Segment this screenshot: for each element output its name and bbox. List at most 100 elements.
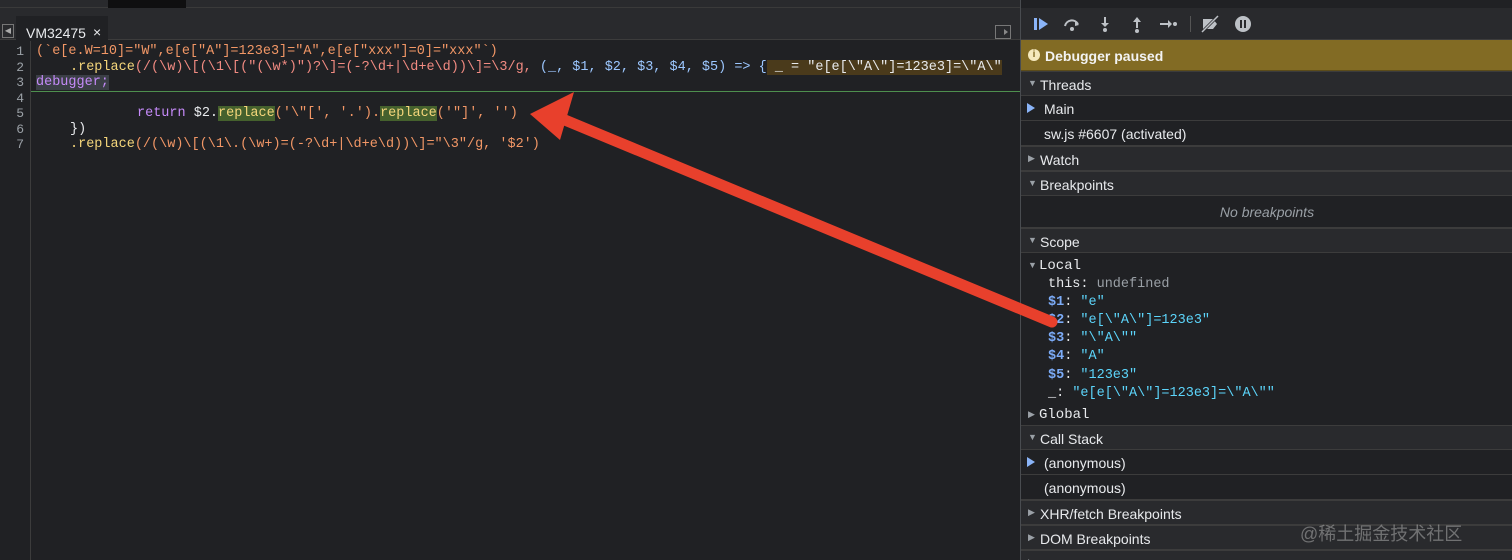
- thread-item-main[interactable]: Main: [1021, 96, 1512, 121]
- call-stack-section-header[interactable]: ▼ Call Stack: [1021, 425, 1512, 450]
- scope-variable-row[interactable]: $1: "e": [1048, 295, 1105, 313]
- scope-local-group[interactable]: ▼ Local: [1021, 256, 1512, 276]
- code-line-3: debugger;: [36, 75, 109, 91]
- section-title: Breakpoints: [1040, 177, 1114, 193]
- variable-value: "\"A\"": [1080, 331, 1138, 346]
- code-token: .replace: [70, 137, 135, 152]
- pause-on-exceptions-icon[interactable]: [1233, 14, 1253, 34]
- code-token: replace: [380, 106, 437, 121]
- section-title: Call Stack: [1040, 431, 1104, 447]
- deactivate-breakpoints-icon[interactable]: [1200, 14, 1220, 34]
- top-strip: [0, 0, 1020, 8]
- debugger-sidebar: i Debugger paused ▼ Threads Main sw.js #…: [1020, 0, 1512, 560]
- current-thread-icon: [1027, 103, 1035, 113]
- collapsed-triangle-icon: ▶: [1028, 507, 1035, 517]
- toggle-debugger-sidebar-icon[interactable]: [995, 25, 1011, 39]
- expand-triangle-icon: ▼: [1028, 432, 1037, 442]
- scope-variable-row[interactable]: $4: "A": [1048, 349, 1105, 367]
- empty-message: No breakpoints: [1219, 204, 1315, 220]
- variable-name: this: [1048, 277, 1081, 292]
- scope-variable-row[interactable]: $2: "e[\"A\"]=123e3": [1048, 313, 1210, 331]
- global-listeners-section-header[interactable]: ▶: [1021, 550, 1512, 560]
- toggle-navigator-icon[interactable]: ◀: [2, 24, 14, 38]
- code-line-5: return $2.replace('\"[', '.').replace('"…: [137, 106, 518, 121]
- collapsed-triangle-icon: ▶: [1028, 409, 1035, 419]
- variable-value: undefined: [1096, 277, 1170, 292]
- line-number[interactable]: 6: [16, 122, 24, 137]
- line-number[interactable]: 1: [16, 44, 24, 59]
- variable-name: $1: [1048, 295, 1065, 310]
- call-frame-label: (anonymous): [1044, 480, 1126, 496]
- variable-value: "e[e[\"A\"]=123e3]=\"A\"": [1072, 386, 1275, 401]
- resume-icon[interactable]: [1031, 14, 1051, 34]
- line-number[interactable]: 2: [16, 60, 24, 75]
- scope-group-label: Local: [1039, 258, 1082, 274]
- code-token: $2: [193, 106, 210, 121]
- line-number[interactable]: 3: [16, 75, 24, 90]
- variable-name: $3: [1048, 331, 1065, 346]
- code-token: (_, $1, $2, $3, $4, $5) => {: [539, 60, 767, 75]
- thread-label: Main: [1044, 101, 1075, 117]
- scope-section-header[interactable]: ▼ Scope: [1021, 228, 1512, 253]
- section-title: Watch: [1040, 152, 1080, 168]
- variable-value: "e[\"A\"]=123e3": [1080, 313, 1211, 328]
- collapsed-triangle-icon: ▶: [1028, 532, 1035, 542]
- code-line-1: (`e[e.W=10]="W",e[e["A"]=123e3]="A",e[e[…: [36, 44, 498, 59]
- line-number[interactable]: 5: [16, 106, 24, 121]
- watermark-text: @稀土掘金技术社区: [1300, 524, 1463, 544]
- file-tab-label: VM32475: [26, 25, 86, 41]
- section-title: Scope: [1040, 234, 1080, 250]
- paused-status-text: Debugger paused: [1045, 48, 1164, 64]
- code-token: (/(\w)\[(\1\[("(\w*)")?\]=(-?\d+|\d+e\d)…: [134, 60, 540, 75]
- variable-value: "e": [1080, 295, 1105, 310]
- call-frame-item[interactable]: (anonymous): [1021, 475, 1512, 500]
- expand-triangle-icon: ▼: [1028, 260, 1037, 270]
- editor-tab-bar: ◀ VM32475 ×: [0, 8, 1020, 48]
- scope-variable-row[interactable]: _: "e[e[\"A\"]=123e3]=\"A\"": [1048, 386, 1275, 404]
- code-token: replace: [218, 106, 275, 121]
- threads-section-header[interactable]: ▼ Threads: [1021, 71, 1512, 96]
- thread-item-sw[interactable]: sw.js #6607 (activated): [1021, 121, 1512, 146]
- scope-variable-row[interactable]: $5: "123e3": [1048, 368, 1137, 386]
- code-line-2: .replace(/(\w)\[(\1\[("(\w*)")?\]=(-?\d+…: [70, 60, 1002, 76]
- section-title: Threads: [1040, 77, 1092, 93]
- code-token: debugger;: [36, 75, 109, 90]
- code-token: (/(\w)\[(\1\.(\w+)=(-?\d+|\d+e\d))\]="\3…: [134, 137, 540, 152]
- section-title: DOM Breakpoints: [1040, 531, 1151, 547]
- variable-name: $5: [1048, 368, 1065, 383]
- step-into-icon[interactable]: [1095, 14, 1115, 34]
- scope-variable-row[interactable]: this: undefined: [1048, 277, 1170, 295]
- breakpoints-section-header[interactable]: ▼ Breakpoints: [1021, 171, 1512, 196]
- variable-name: _: [1048, 386, 1057, 401]
- paused-line-border: [31, 91, 1020, 92]
- code-area[interactable]: (`e[e.W=10]="W",e[e["A"]=123e3]="A",e[e[…: [36, 41, 1020, 560]
- variable-value: "A": [1080, 349, 1105, 364]
- call-frame-label: (anonymous): [1044, 455, 1126, 471]
- code-token: ('\"[', '.').: [274, 106, 381, 121]
- debugger-toolbar: [1021, 8, 1512, 40]
- scope-group-label: Global: [1039, 407, 1090, 423]
- info-icon: i: [1028, 49, 1040, 61]
- current-frame-icon: [1027, 457, 1035, 467]
- thread-label: sw.js #6607 (activated): [1044, 126, 1187, 142]
- watch-section-header[interactable]: ▶ Watch: [1021, 146, 1512, 171]
- code-token: return: [137, 106, 194, 121]
- step-over-icon[interactable]: [1062, 14, 1082, 34]
- expand-triangle-icon: ▼: [1028, 78, 1037, 88]
- expand-triangle-icon: ▼: [1028, 235, 1037, 245]
- source-editor-panel: ◀ VM32475 × 1 2 3 4 5 6 7 (`e[e.W=10]="W…: [0, 0, 1020, 560]
- code-token: .replace: [70, 60, 135, 75]
- scope-global-group[interactable]: ▶ Global: [1021, 405, 1512, 425]
- close-tab-icon[interactable]: ×: [93, 24, 101, 40]
- step-out-icon[interactable]: [1127, 14, 1147, 34]
- expand-triangle-icon: ▼: [1028, 178, 1037, 188]
- scope-variable-row[interactable]: $3: "\"A\"": [1048, 331, 1137, 349]
- step-icon[interactable]: [1158, 14, 1178, 34]
- variable-value: "123e3": [1080, 368, 1138, 383]
- call-frame-item[interactable]: (anonymous): [1021, 450, 1512, 475]
- line-number[interactable]: 4: [16, 91, 24, 106]
- line-number[interactable]: 7: [16, 137, 24, 152]
- debugger-paused-banner: i Debugger paused: [1021, 40, 1512, 71]
- line-number-gutter[interactable]: 1 2 3 4 5 6 7: [0, 41, 31, 560]
- section-title: XHR/fetch Breakpoints: [1040, 506, 1182, 522]
